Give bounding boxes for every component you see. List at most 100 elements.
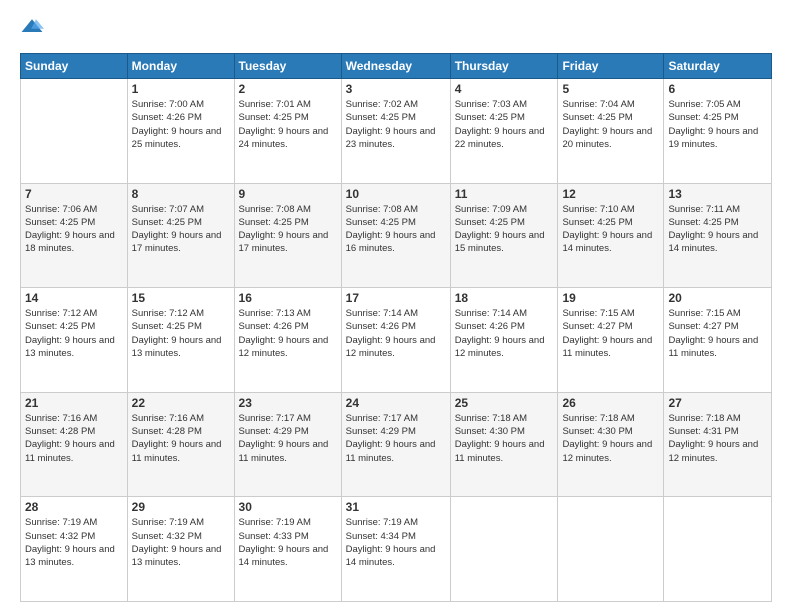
header-day: Sunday [21,54,128,79]
cell-info: Sunrise: 7:15 AMSunset: 4:27 PMDaylight:… [562,308,652,359]
calendar-cell: 26 Sunrise: 7:18 AMSunset: 4:30 PMDaylig… [558,392,664,497]
calendar-week: 1 Sunrise: 7:00 AMSunset: 4:26 PMDayligh… [21,79,772,184]
calendar-cell: 16 Sunrise: 7:13 AMSunset: 4:26 PMDaylig… [234,288,341,393]
cell-info: Sunrise: 7:01 AMSunset: 4:25 PMDaylight:… [239,99,329,150]
cell-info: Sunrise: 7:18 AMSunset: 4:30 PMDaylight:… [455,413,545,464]
cell-info: Sunrise: 7:14 AMSunset: 4:26 PMDaylight:… [346,308,436,359]
calendar-cell: 23 Sunrise: 7:17 AMSunset: 4:29 PMDaylig… [234,392,341,497]
cell-info: Sunrise: 7:19 AMSunset: 4:34 PMDaylight:… [346,517,436,568]
cell-info: Sunrise: 7:16 AMSunset: 4:28 PMDaylight:… [25,413,115,464]
cell-info: Sunrise: 7:08 AMSunset: 4:25 PMDaylight:… [239,204,329,255]
logo-icon [20,16,44,40]
cell-date: 28 [25,500,123,514]
cell-info: Sunrise: 7:19 AMSunset: 4:32 PMDaylight:… [25,517,115,568]
cell-date: 6 [668,82,767,96]
calendar-cell: 19 Sunrise: 7:15 AMSunset: 4:27 PMDaylig… [558,288,664,393]
calendar-cell: 11 Sunrise: 7:09 AMSunset: 4:25 PMDaylig… [450,183,558,288]
cell-info: Sunrise: 7:12 AMSunset: 4:25 PMDaylight:… [25,308,115,359]
cell-info: Sunrise: 7:12 AMSunset: 4:25 PMDaylight:… [132,308,222,359]
cell-info: Sunrise: 7:11 AMSunset: 4:25 PMDaylight:… [668,204,758,255]
cell-date: 27 [668,396,767,410]
calendar-cell: 22 Sunrise: 7:16 AMSunset: 4:28 PMDaylig… [127,392,234,497]
calendar-cell: 7 Sunrise: 7:06 AMSunset: 4:25 PMDayligh… [21,183,128,288]
cell-info: Sunrise: 7:17 AMSunset: 4:29 PMDaylight:… [346,413,436,464]
header-day: Thursday [450,54,558,79]
cell-date: 7 [25,187,123,201]
cell-date: 16 [239,291,337,305]
cell-info: Sunrise: 7:17 AMSunset: 4:29 PMDaylight:… [239,413,329,464]
cell-date: 1 [132,82,230,96]
calendar-cell: 18 Sunrise: 7:14 AMSunset: 4:26 PMDaylig… [450,288,558,393]
calendar-cell [558,497,664,602]
cell-info: Sunrise: 7:07 AMSunset: 4:25 PMDaylight:… [132,204,222,255]
cell-info: Sunrise: 7:13 AMSunset: 4:26 PMDaylight:… [239,308,329,359]
cell-date: 20 [668,291,767,305]
cell-info: Sunrise: 7:14 AMSunset: 4:26 PMDaylight:… [455,308,545,359]
header-day: Tuesday [234,54,341,79]
calendar-cell: 27 Sunrise: 7:18 AMSunset: 4:31 PMDaylig… [664,392,772,497]
cell-date: 22 [132,396,230,410]
calendar-cell: 21 Sunrise: 7:16 AMSunset: 4:28 PMDaylig… [21,392,128,497]
calendar-cell: 4 Sunrise: 7:03 AMSunset: 4:25 PMDayligh… [450,79,558,184]
cell-date: 3 [346,82,446,96]
cell-date: 31 [346,500,446,514]
calendar-cell: 30 Sunrise: 7:19 AMSunset: 4:33 PMDaylig… [234,497,341,602]
cell-date: 19 [562,291,659,305]
calendar-cell: 31 Sunrise: 7:19 AMSunset: 4:34 PMDaylig… [341,497,450,602]
cell-date: 23 [239,396,337,410]
calendar-cell: 8 Sunrise: 7:07 AMSunset: 4:25 PMDayligh… [127,183,234,288]
cell-info: Sunrise: 7:02 AMSunset: 4:25 PMDaylight:… [346,99,436,150]
cell-date: 10 [346,187,446,201]
cell-info: Sunrise: 7:04 AMSunset: 4:25 PMDaylight:… [562,99,652,150]
calendar-body: 1 Sunrise: 7:00 AMSunset: 4:26 PMDayligh… [21,79,772,602]
cell-info: Sunrise: 7:09 AMSunset: 4:25 PMDaylight:… [455,204,545,255]
calendar-cell: 12 Sunrise: 7:10 AMSunset: 4:25 PMDaylig… [558,183,664,288]
calendar-cell: 9 Sunrise: 7:08 AMSunset: 4:25 PMDayligh… [234,183,341,288]
calendar-cell [450,497,558,602]
cell-date: 21 [25,396,123,410]
cell-date: 29 [132,500,230,514]
calendar-cell: 10 Sunrise: 7:08 AMSunset: 4:25 PMDaylig… [341,183,450,288]
calendar-cell: 1 Sunrise: 7:00 AMSunset: 4:26 PMDayligh… [127,79,234,184]
header-day: Friday [558,54,664,79]
cell-date: 4 [455,82,554,96]
header-day: Wednesday [341,54,450,79]
calendar-cell: 20 Sunrise: 7:15 AMSunset: 4:27 PMDaylig… [664,288,772,393]
logo [20,16,48,45]
calendar-week: 7 Sunrise: 7:06 AMSunset: 4:25 PMDayligh… [21,183,772,288]
calendar-cell: 15 Sunrise: 7:12 AMSunset: 4:25 PMDaylig… [127,288,234,393]
calendar-cell: 29 Sunrise: 7:19 AMSunset: 4:32 PMDaylig… [127,497,234,602]
cell-date: 15 [132,291,230,305]
cell-date: 9 [239,187,337,201]
cell-info: Sunrise: 7:08 AMSunset: 4:25 PMDaylight:… [346,204,436,255]
calendar-cell: 14 Sunrise: 7:12 AMSunset: 4:25 PMDaylig… [21,288,128,393]
calendar-cell: 25 Sunrise: 7:18 AMSunset: 4:30 PMDaylig… [450,392,558,497]
calendar-cell: 5 Sunrise: 7:04 AMSunset: 4:25 PMDayligh… [558,79,664,184]
calendar-cell: 6 Sunrise: 7:05 AMSunset: 4:25 PMDayligh… [664,79,772,184]
calendar-week: 14 Sunrise: 7:12 AMSunset: 4:25 PMDaylig… [21,288,772,393]
calendar-cell: 3 Sunrise: 7:02 AMSunset: 4:25 PMDayligh… [341,79,450,184]
cell-date: 24 [346,396,446,410]
calendar-cell: 24 Sunrise: 7:17 AMSunset: 4:29 PMDaylig… [341,392,450,497]
cell-info: Sunrise: 7:06 AMSunset: 4:25 PMDaylight:… [25,204,115,255]
cell-info: Sunrise: 7:10 AMSunset: 4:25 PMDaylight:… [562,204,652,255]
calendar-cell [664,497,772,602]
cell-info: Sunrise: 7:19 AMSunset: 4:32 PMDaylight:… [132,517,222,568]
calendar-cell: 28 Sunrise: 7:19 AMSunset: 4:32 PMDaylig… [21,497,128,602]
cell-date: 2 [239,82,337,96]
header-row: SundayMondayTuesdayWednesdayThursdayFrid… [21,54,772,79]
calendar-cell: 2 Sunrise: 7:01 AMSunset: 4:25 PMDayligh… [234,79,341,184]
calendar-cell: 17 Sunrise: 7:14 AMSunset: 4:26 PMDaylig… [341,288,450,393]
cell-date: 11 [455,187,554,201]
cell-date: 18 [455,291,554,305]
calendar-week: 28 Sunrise: 7:19 AMSunset: 4:32 PMDaylig… [21,497,772,602]
cell-info: Sunrise: 7:19 AMSunset: 4:33 PMDaylight:… [239,517,329,568]
calendar-cell: 13 Sunrise: 7:11 AMSunset: 4:25 PMDaylig… [664,183,772,288]
cell-date: 26 [562,396,659,410]
cell-info: Sunrise: 7:15 AMSunset: 4:27 PMDaylight:… [668,308,758,359]
cell-info: Sunrise: 7:03 AMSunset: 4:25 PMDaylight:… [455,99,545,150]
header-day: Monday [127,54,234,79]
cell-date: 14 [25,291,123,305]
cell-info: Sunrise: 7:18 AMSunset: 4:30 PMDaylight:… [562,413,652,464]
calendar-cell [21,79,128,184]
